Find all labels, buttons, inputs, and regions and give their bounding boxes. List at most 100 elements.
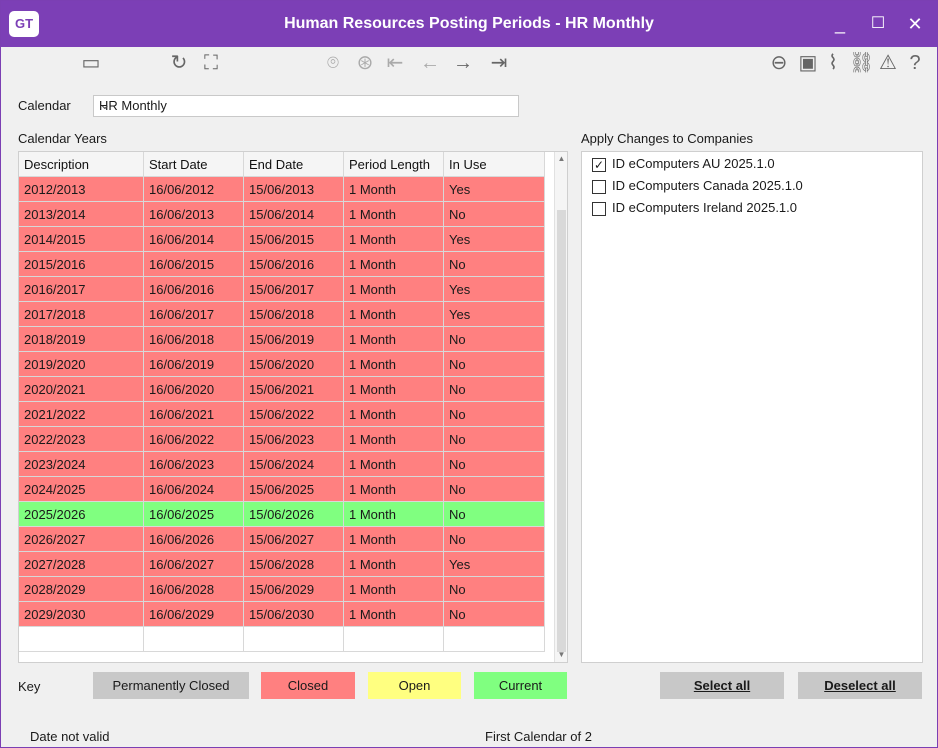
table-row[interactable]: 2023/2024 16/06/2023 15/06/2024 1 Month No	[19, 452, 545, 477]
table-row[interactable]: 2017/2018 16/06/2017 15/06/2018 1 Month Yes	[19, 302, 545, 327]
cell-end-date: 15/06/2026	[244, 502, 344, 527]
companies-list: ✓ ID eComputers AU 2025.1.0 ID eComputer…	[581, 151, 923, 663]
table-row[interactable]: 2019/2020 16/06/2019 15/06/2020 1 Month No	[19, 352, 545, 377]
scroll-down-icon[interactable]: ▼	[556, 650, 567, 660]
cell-description: 2029/2030	[19, 602, 144, 627]
table-row[interactable]: 2029/2030 16/06/2029 15/06/2030 1 Month No	[19, 602, 545, 627]
table-row[interactable]: 2013/2014 16/06/2013 15/06/2014 1 Month No	[19, 202, 545, 227]
table-row-empty[interactable]	[19, 627, 545, 652]
cell-description: 2018/2019	[19, 327, 144, 352]
cell-in-use: No	[444, 377, 545, 402]
next-record-icon[interactable]: →	[451, 51, 475, 75]
refresh-icon[interactable]: ↻	[167, 51, 191, 75]
save-icon[interactable]: ▭	[79, 51, 103, 75]
cell-period-length: 1 Month	[344, 302, 444, 327]
table-row[interactable]: 2012/2013 16/06/2012 15/06/2013 1 Month Yes	[19, 177, 545, 202]
table-row[interactable]: 2018/2019 16/06/2018 15/06/2019 1 Month No	[19, 327, 545, 352]
cell-end-date: 15/06/2019	[244, 327, 344, 352]
cell-start-date: 16/06/2021	[144, 402, 244, 427]
calendar-label: Calendar	[18, 98, 71, 113]
table-row[interactable]: 2016/2017 16/06/2016 15/06/2017 1 Month Yes	[19, 277, 545, 302]
previous-record-icon[interactable]: ←	[418, 51, 442, 75]
table-row[interactable]: 2027/2028 16/06/2027 15/06/2028 1 Month Yes	[19, 552, 545, 577]
alert-icon[interactable]: ⚠	[876, 51, 900, 75]
table-row[interactable]: 2015/2016 16/06/2015 15/06/2016 1 Month No	[19, 252, 545, 277]
cell-end-date: 15/06/2030	[244, 602, 344, 627]
cell-period-length: 1 Month	[344, 552, 444, 577]
key-permanently-closed: Permanently Closed	[93, 672, 249, 699]
cell-in-use: No	[444, 252, 545, 277]
cell-in-use: No	[444, 602, 545, 627]
table-row[interactable]: 2021/2022 16/06/2021 15/06/2022 1 Month No	[19, 402, 545, 427]
cell-end-date: 15/06/2021	[244, 377, 344, 402]
select-all-label: Select all	[693, 678, 751, 693]
cell-in-use: No	[444, 527, 545, 552]
cell-period-length: 1 Month	[344, 452, 444, 477]
clip-icon[interactable]: ⌇	[821, 51, 845, 75]
title-bar: GT Human Resources Posting Periods - HR …	[1, 1, 937, 47]
table-row[interactable]: 2022/2023 16/06/2022 15/06/2023 1 Month No	[19, 427, 545, 452]
reconnect-icon[interactable]: ⛶	[199, 51, 223, 75]
cell-in-use: No	[444, 202, 545, 227]
first-record-icon[interactable]: ⇤	[383, 51, 407, 75]
cell-period-length: 1 Month	[344, 177, 444, 202]
table-row[interactable]: 2025/2026 16/06/2025 15/06/2026 1 Month No	[19, 502, 545, 527]
cell-end-date: 15/06/2022	[244, 402, 344, 427]
column-header-period-length[interactable]: Period Length	[344, 152, 444, 177]
status-center: First Calendar of 2	[485, 729, 592, 744]
minimize-button[interactable]: _	[825, 11, 855, 37]
cell-description: 2028/2029	[19, 577, 144, 602]
back-icon[interactable]: ⊖	[767, 51, 791, 75]
cell-description: 2016/2017	[19, 277, 144, 302]
cell-end-date: 15/06/2027	[244, 527, 344, 552]
cell-period-length: 1 Month	[344, 502, 444, 527]
scroll-up-icon[interactable]: ▲	[556, 154, 567, 164]
company-checkbox[interactable]	[592, 202, 606, 216]
company-checkbox[interactable]	[592, 180, 606, 194]
cell-description: 2014/2015	[19, 227, 144, 252]
column-header-in-use[interactable]: In Use	[444, 152, 545, 177]
cell-period-length: 1 Month	[344, 202, 444, 227]
company-name: ID eComputers Ireland 2025.1.0	[612, 200, 797, 215]
cell-start-date: 16/06/2013	[144, 202, 244, 227]
calendar-select[interactable]: HR Monthly ⌄	[93, 95, 519, 117]
close-button[interactable]: ✕	[900, 11, 930, 37]
table-row[interactable]: 2024/2025 16/06/2024 15/06/2025 1 Month No	[19, 477, 545, 502]
cell-period-length: 1 Month	[344, 427, 444, 452]
cell-period-length: 1 Month	[344, 602, 444, 627]
attach-icon[interactable]: ▣	[796, 51, 820, 75]
help-icon[interactable]: ?	[903, 51, 927, 75]
cell-description: 2026/2027	[19, 527, 144, 552]
column-header-description[interactable]: Description	[19, 152, 144, 177]
cell-end-date: 15/06/2023	[244, 427, 344, 452]
vertical-scrollbar[interactable]: ▲ ▼	[554, 152, 567, 662]
cell-start-date: 16/06/2015	[144, 252, 244, 277]
cell-description: 2017/2018	[19, 302, 144, 327]
company-name: ID eComputers AU 2025.1.0	[612, 156, 775, 171]
maximize-button[interactable]: ☐	[863, 11, 893, 37]
column-header-start-date[interactable]: Start Date	[144, 152, 244, 177]
cell-start-date: 16/06/2024	[144, 477, 244, 502]
cell-start-date: 16/06/2025	[144, 502, 244, 527]
cell-start-date: 16/06/2028	[144, 577, 244, 602]
cell-in-use: No	[444, 352, 545, 377]
table-row[interactable]: 2014/2015 16/06/2014 15/06/2015 1 Month Yes	[19, 227, 545, 252]
table-row[interactable]: 2028/2029 16/06/2028 15/06/2029 1 Month No	[19, 577, 545, 602]
column-header-end-date[interactable]: End Date	[244, 152, 344, 177]
binoculars-icon[interactable]: ⌾	[321, 51, 345, 75]
select-all-button[interactable]: Select all	[660, 672, 784, 699]
scroll-thumb[interactable]	[557, 210, 566, 652]
table-row[interactable]: 2026/2027 16/06/2026 15/06/2027 1 Month No	[19, 527, 545, 552]
last-record-icon[interactable]: ⇥	[487, 51, 511, 75]
chevron-down-icon[interactable]: ⌄	[99, 96, 512, 113]
cell-end-date: 15/06/2013	[244, 177, 344, 202]
table-row[interactable]: 2020/2021 16/06/2020 15/06/2021 1 Month No	[19, 377, 545, 402]
cell-start-date: 16/06/2019	[144, 352, 244, 377]
filter-icon[interactable]: ⊛	[353, 51, 377, 75]
deselect-all-button[interactable]: Deselect all	[798, 672, 922, 699]
cell-end-date: 15/06/2018	[244, 302, 344, 327]
cell-in-use: Yes	[444, 552, 545, 577]
link-icon[interactable]: ⛓	[849, 51, 874, 75]
cell-period-length: 1 Month	[344, 352, 444, 377]
company-checkbox[interactable]: ✓	[592, 158, 606, 172]
